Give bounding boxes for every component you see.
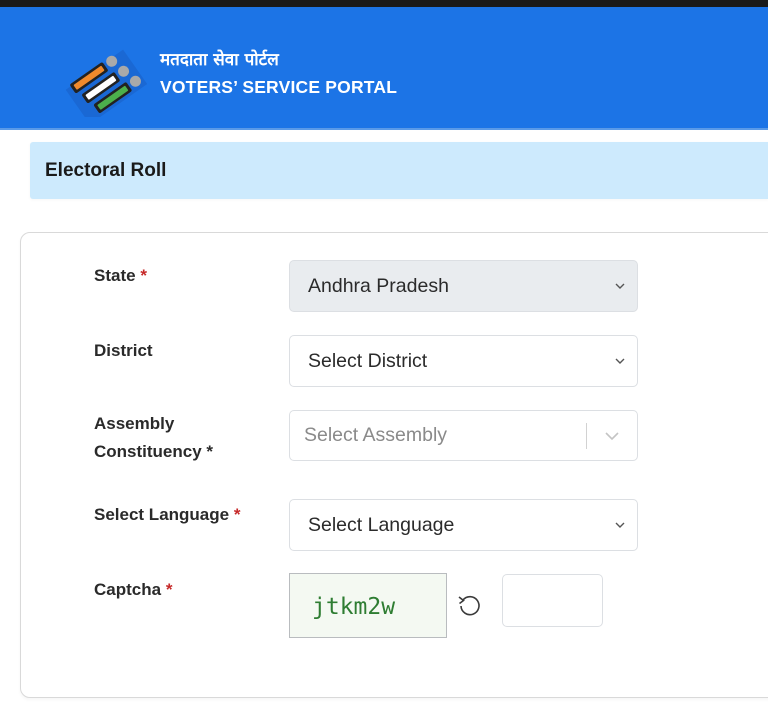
captcha-input[interactable] (502, 574, 603, 627)
language-select-value: Select Language (308, 514, 455, 536)
chevron-down-icon (615, 522, 625, 528)
chevron-down-icon (615, 358, 625, 364)
portal-title-english: VOTERS’ SERVICE PORTAL (160, 77, 398, 97)
required-mark: * (233, 505, 241, 524)
language-select[interactable]: Select Language (289, 499, 638, 551)
chevron-down-icon (615, 283, 625, 289)
district-select[interactable]: Select District (289, 335, 638, 387)
eci-ballot-logo-icon (65, 49, 148, 117)
status-bar (0, 0, 768, 7)
select-separator (586, 423, 587, 449)
assembly-select[interactable]: Select Assembly (289, 410, 638, 461)
state-select-value: Andhra Pradesh (308, 275, 449, 297)
portal-header: मतदाता सेवा पोर्टल VOTERS’ SERVICE PORTA… (0, 7, 768, 130)
language-label: Select Language * (94, 505, 241, 524)
required-mark: * (206, 442, 214, 461)
chevron-down-icon (605, 432, 619, 441)
captcha-image: jtkm2w (289, 573, 447, 638)
state-label: State * (94, 266, 147, 285)
section-header: Electoral Roll (30, 142, 768, 199)
section-title: Electoral Roll (45, 160, 167, 181)
district-select-value: Select District (308, 350, 428, 372)
portal-title-hindi: मतदाता सेवा पोर्टल (160, 50, 279, 70)
refresh-icon[interactable] (456, 591, 484, 619)
state-select[interactable]: Andhra Pradesh (289, 260, 638, 312)
required-mark: * (140, 266, 147, 285)
assembly-label: Assembly Constituency * (94, 414, 214, 461)
assembly-select-placeholder: Select Assembly (304, 424, 448, 446)
required-mark: * (165, 580, 173, 599)
captcha-label: Captcha * (94, 580, 173, 599)
captcha-code: jtkm2w (312, 594, 396, 620)
district-label: District (94, 341, 153, 360)
